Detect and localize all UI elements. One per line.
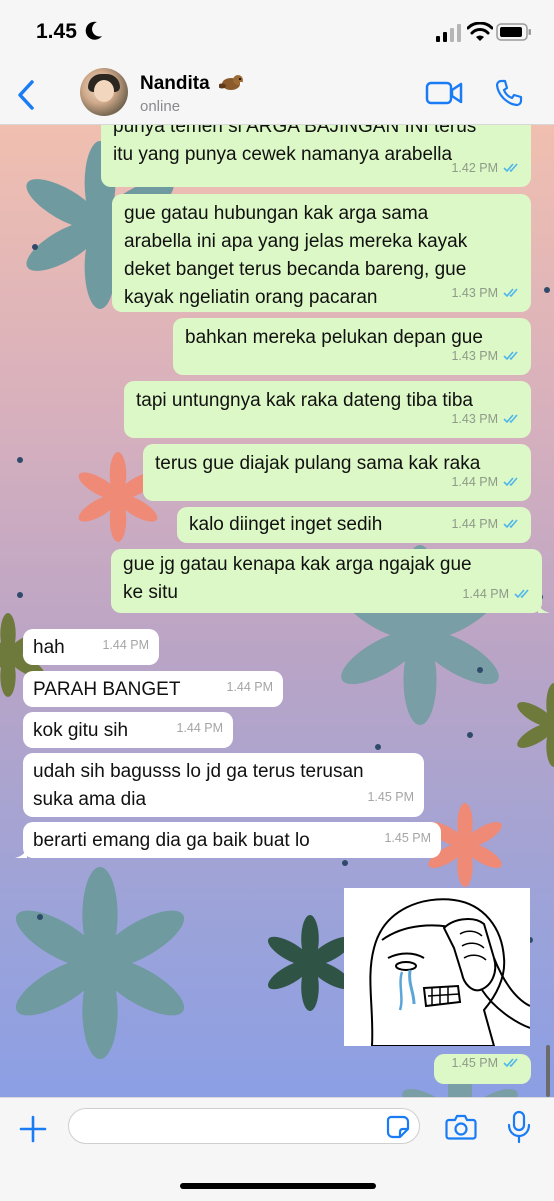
sticker-icon[interactable] bbox=[386, 1115, 410, 1139]
message-bubble-outgoing[interactable]: terus gue diajak pulang sama kak raka 1.… bbox=[143, 444, 531, 501]
message-time: 1.42 PM bbox=[451, 161, 498, 175]
chat-header: Nandita online bbox=[0, 62, 554, 125]
message-time: 1.44 PM bbox=[102, 638, 149, 652]
message-time: 1.44 PM bbox=[451, 517, 498, 531]
wifi-icon bbox=[467, 22, 493, 41]
message-bubble-outgoing[interactable]: kalo diinget inget sedih 1.44 PM bbox=[177, 507, 531, 543]
message-time: 1.45 PM bbox=[451, 1056, 498, 1070]
message-bubble-incoming[interactable]: hah 1.44 PM bbox=[23, 629, 159, 665]
message-bubble-incoming[interactable]: berarti emang dia ga baik buat lo 1.45 P… bbox=[15, 822, 441, 858]
contact-name-label: Nandita bbox=[140, 73, 210, 94]
message-bubble-outgoing[interactable]: gue gatau hubungan kak arga sama arabell… bbox=[112, 194, 531, 312]
message-text: punya temen si ARGA BAJINGAN INI terus bbox=[113, 125, 477, 137]
message-time: 1.43 PM bbox=[451, 349, 498, 363]
bubble-tail bbox=[15, 844, 27, 858]
message-time: 1.43 PM bbox=[451, 286, 498, 300]
read-ticks-icon bbox=[503, 519, 518, 529]
message-bubble-incoming[interactable]: udah sih bagusss lo jd ga terus terusan … bbox=[23, 753, 424, 817]
status-bar: 1.45 bbox=[0, 0, 554, 62]
read-ticks-icon bbox=[503, 351, 518, 361]
message-time: 1.44 PM bbox=[176, 721, 223, 735]
message-text: gue gatau hubungan kak arga sama bbox=[124, 203, 429, 224]
bubble-tail bbox=[538, 599, 550, 613]
camera-icon[interactable] bbox=[445, 1113, 477, 1141]
contact-status: online bbox=[140, 98, 181, 115]
message-text: berarti emang dia ga baik buat lo bbox=[33, 830, 310, 851]
read-ticks-icon bbox=[503, 477, 518, 487]
message-time: 1.45 PM bbox=[384, 831, 431, 845]
battery-icon bbox=[496, 23, 531, 41]
home-indicator[interactable] bbox=[180, 1183, 376, 1189]
message-bubble-outgoing[interactable]: punya temen si ARGA BAJINGAN INI terus i… bbox=[101, 125, 531, 187]
phone-icon[interactable] bbox=[494, 78, 524, 108]
read-ticks-icon bbox=[514, 589, 529, 599]
message-text: gue jg gatau kenapa kak arga ngajak gue bbox=[123, 554, 472, 575]
read-ticks-icon bbox=[503, 163, 518, 173]
message-bubble-outgoing[interactable]: tapi untungnya kak raka dateng tiba tiba… bbox=[124, 381, 531, 438]
crying-wojak-sticker[interactable] bbox=[344, 888, 531, 1047]
sticker-timestamp: 1.45 PM bbox=[434, 1054, 531, 1084]
cellular-signal-icon bbox=[436, 24, 461, 42]
message-bubble-outgoing[interactable]: bahkan mereka pelukan depan gue 1.43 PM bbox=[173, 318, 531, 375]
contact-name[interactable]: Nandita bbox=[140, 72, 245, 95]
chevron-left-icon[interactable] bbox=[12, 78, 40, 112]
read-ticks-icon bbox=[503, 1058, 518, 1068]
read-ticks-icon bbox=[503, 288, 518, 298]
message-time: 1.44 PM bbox=[462, 587, 509, 601]
message-time: 1.43 PM bbox=[451, 412, 498, 426]
scrollbar[interactable] bbox=[546, 1045, 550, 1097]
moon-icon bbox=[85, 21, 102, 40]
video-camera-icon[interactable] bbox=[425, 80, 463, 106]
read-ticks-icon bbox=[503, 414, 518, 424]
message-bubble-incoming[interactable]: kok gitu sih 1.44 PM bbox=[23, 712, 233, 748]
message-input[interactable] bbox=[68, 1108, 420, 1144]
message-time: 1.44 PM bbox=[451, 475, 498, 489]
message-text: udah sih bagusss lo jd ga terus terusan bbox=[33, 761, 364, 782]
microphone-icon[interactable] bbox=[506, 1110, 532, 1144]
message-bubble-outgoing[interactable]: gue jg gatau kenapa kak arga ngajak gue … bbox=[111, 549, 550, 613]
chat-area[interactable]: punya temen si ARGA BAJINGAN INI terus i… bbox=[0, 125, 554, 1097]
message-input-bar bbox=[0, 1097, 554, 1201]
plus-icon[interactable] bbox=[18, 1114, 48, 1144]
message-bubble-incoming[interactable]: PARAH BANGET 1.44 PM bbox=[23, 671, 283, 707]
message-time: 1.44 PM bbox=[226, 680, 273, 694]
message-time: 1.45 PM bbox=[367, 790, 414, 804]
beaver-emoji-icon bbox=[218, 75, 243, 90]
avatar[interactable] bbox=[80, 68, 128, 116]
message-text: suka ama dia bbox=[33, 789, 147, 810]
message-text: arabella ini apa yang jelas mereka kayak bbox=[124, 231, 468, 252]
status-time: 1.45 bbox=[36, 20, 77, 43]
